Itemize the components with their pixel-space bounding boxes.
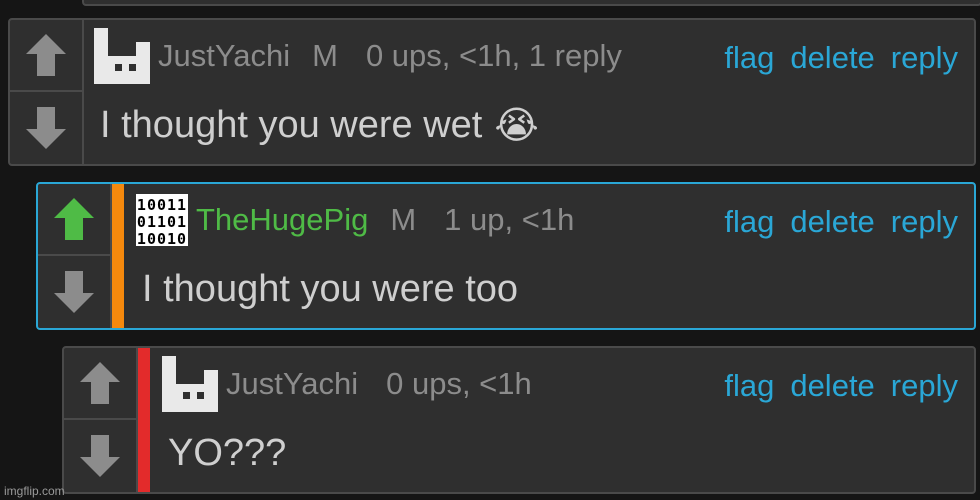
arrow-down-icon <box>80 435 120 477</box>
vote-column <box>10 20 84 164</box>
delete-link[interactable]: delete <box>790 204 874 240</box>
comment-meta: 1 up, <1h <box>444 202 575 237</box>
reply-link[interactable]: reply <box>891 40 958 76</box>
comment-body: I thought you were wet 😭 <box>100 100 539 150</box>
comment-body: YO??? <box>168 428 286 478</box>
arrow-up-icon <box>26 34 66 76</box>
downvote-button[interactable] <box>38 256 110 328</box>
crying-emoji-icon: 😭 <box>494 104 539 147</box>
comment-actions: flag delete reply <box>724 368 958 404</box>
flag-link[interactable]: flag <box>724 368 774 404</box>
reply-depth-stripe <box>138 348 150 492</box>
avatar-text-line: 10011 <box>136 196 188 214</box>
reply-link[interactable]: reply <box>891 368 958 404</box>
watermark: imgflip.com <box>4 484 65 498</box>
delete-link[interactable]: delete <box>790 40 874 76</box>
reply-link[interactable]: reply <box>891 204 958 240</box>
comment-text: I thought you were too <box>142 267 519 310</box>
arrow-down-icon <box>26 107 66 149</box>
downvote-button[interactable] <box>10 92 82 164</box>
delete-link[interactable]: delete <box>790 368 874 404</box>
avatar[interactable]: 10011 01101 10010 <box>136 194 188 248</box>
comment-meta: 0 ups, <1h, 1 reply <box>365 38 622 73</box>
username[interactable]: JustYachi <box>226 366 358 402</box>
comment-actions: flag delete reply <box>724 204 958 240</box>
vote-column <box>64 348 138 492</box>
vote-column <box>38 184 112 328</box>
arrow-down-icon <box>54 271 94 313</box>
upvote-button[interactable] <box>10 20 82 92</box>
avatar[interactable] <box>94 28 150 84</box>
downvote-button[interactable] <box>64 420 136 492</box>
username[interactable]: TheHugePig <box>196 202 368 238</box>
comment-body: I thought you were too <box>142 264 518 314</box>
flag-link[interactable]: flag <box>724 204 774 240</box>
arrow-up-icon <box>54 198 94 240</box>
comment-header: JustYachi 0 ups, <1h <box>162 356 532 412</box>
avatar-text-line: 01101 <box>136 213 188 231</box>
comment-header: 10011 01101 10010 TheHugePig M 1 up, <1h <box>136 194 575 248</box>
flag-link[interactable]: flag <box>724 40 774 76</box>
comment: JustYachi 0 ups, <1h flag delete reply Y… <box>62 346 976 494</box>
username[interactable]: JustYachi <box>158 38 290 74</box>
comment-text: YO??? <box>168 431 287 474</box>
mod-badge: M <box>312 38 338 73</box>
comment: JustYachi M 0 ups, <1h, 1 reply flag del… <box>8 18 976 166</box>
comment-header: JustYachi M 0 ups, <1h, 1 reply <box>94 28 622 84</box>
mod-badge: M <box>390 202 417 237</box>
comment-meta: 0 ups, <1h <box>386 366 532 401</box>
reply-depth-stripe <box>112 184 124 328</box>
upvote-button[interactable] <box>64 348 136 420</box>
comment-text: I thought you were wet <box>100 103 483 146</box>
upvote-button-active[interactable] <box>38 184 110 256</box>
previous-comment-edge <box>82 0 980 6</box>
avatar-text-line: 10010 <box>136 230 188 248</box>
comment: 10011 01101 10010 TheHugePig M 1 up, <1h… <box>36 182 976 330</box>
avatar[interactable] <box>162 356 218 412</box>
comment-actions: flag delete reply <box>724 40 958 76</box>
arrow-up-icon <box>80 362 120 404</box>
